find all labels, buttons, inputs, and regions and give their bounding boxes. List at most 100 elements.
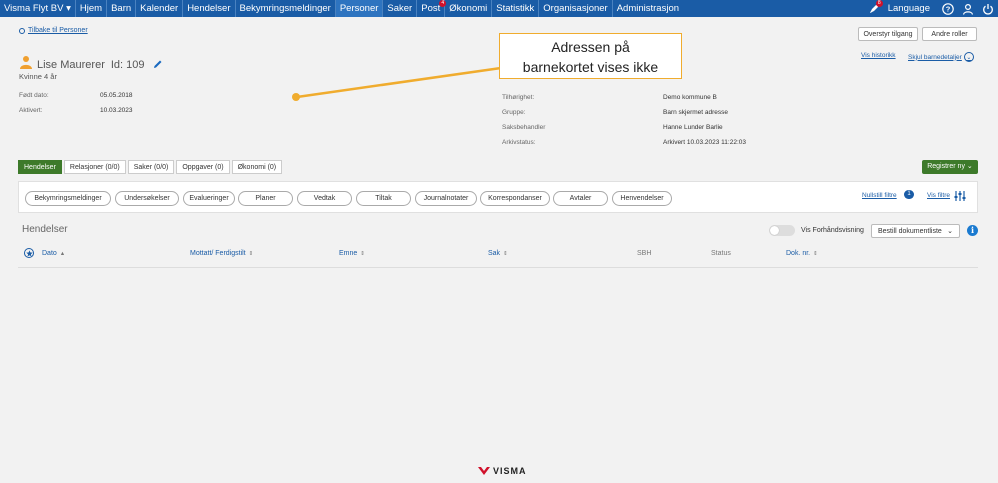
arkivstatus-label: Arkivstatus: bbox=[502, 139, 536, 146]
star-icon[interactable] bbox=[24, 248, 34, 258]
vis-historikk-link[interactable]: Vis historikk bbox=[861, 52, 896, 59]
sort-icon: ⇕ bbox=[813, 251, 818, 257]
chevron-down-circle-icon: ⌄ bbox=[963, 52, 974, 62]
nav-org-label: Visma Flyt BV bbox=[4, 3, 64, 14]
nav-item-hjem[interactable]: Hjem bbox=[76, 0, 108, 17]
nav-item-hendelser[interactable]: Hendelser bbox=[183, 0, 236, 17]
nav-right-tools: 8 Language ? bbox=[864, 0, 998, 17]
power-icon[interactable] bbox=[982, 3, 994, 15]
column-label: Sak bbox=[488, 250, 501, 257]
person-subtitle: Kvinne 4 år bbox=[19, 72, 57, 81]
language-selector[interactable]: Language bbox=[888, 3, 930, 14]
top-navigation: Visma Flyt BV ▾ Hjem Barn Kalender Hende… bbox=[0, 0, 998, 17]
nav-item-organisasjoner[interactable]: Organisasjoner bbox=[539, 0, 613, 17]
filter-pill-korrespondanser[interactable]: Korrespondanser bbox=[480, 191, 550, 206]
callout-line-1: Adressen på bbox=[551, 39, 630, 55]
column-header-sbh: SBH bbox=[637, 250, 652, 257]
back-to-personer-link[interactable]: Tilbake til Personer bbox=[19, 27, 88, 34]
tab-saker[interactable]: Saker (0/0) bbox=[127, 160, 175, 174]
skjul-label: Skjul barnedetaljer bbox=[908, 53, 962, 61]
bestill-label: Bestill dokumentliste bbox=[878, 228, 942, 235]
nullstill-filtre-link[interactable]: Nullstill filtre bbox=[862, 192, 897, 199]
filter-pill-henvendelser[interactable]: Henvendelser bbox=[612, 191, 672, 206]
filter-panel: Bekymringsmeldinger Undersøkelser Evalue… bbox=[18, 181, 978, 213]
rocket-badge: 8 bbox=[875, 0, 883, 7]
filter-pill-planer[interactable]: Planer bbox=[238, 191, 293, 206]
filter-pill-avtaler[interactable]: Avtaler bbox=[553, 191, 608, 206]
nav-item-post[interactable]: Post 4 bbox=[417, 0, 447, 17]
svg-text:?: ? bbox=[946, 4, 951, 13]
chevron-down-icon: ⌄ bbox=[947, 228, 953, 235]
sort-icon: ⇕ bbox=[503, 251, 508, 257]
callout-line-2: barnekortet vises ikke bbox=[522, 59, 659, 75]
forhandsvisning-label: Vis Forhåndsvisning bbox=[801, 227, 864, 234]
detail-tabs: Hendelser Relasjoner (0/0) Saker (0/0) O… bbox=[18, 160, 284, 174]
fodt-dato-value: 05.05.2018 bbox=[100, 92, 133, 99]
filter-pill-undersokelser[interactable]: Undersøkelser bbox=[115, 191, 179, 206]
filter-sliders-icon[interactable] bbox=[954, 189, 966, 207]
filter-pill-vedtak[interactable]: Vedtak bbox=[297, 191, 352, 206]
tab-relasjoner[interactable]: Relasjoner (0/0) bbox=[63, 160, 126, 174]
visma-wordmark: VISMA bbox=[493, 466, 527, 476]
info-icon[interactable]: i bbox=[967, 225, 978, 236]
nav-item-statistikk[interactable]: Statistikk bbox=[492, 0, 540, 17]
registrer-ny-button[interactable]: Registrer ny ⌄ bbox=[922, 160, 978, 174]
tab-okonomi[interactable]: Økonomi (0) bbox=[231, 160, 283, 174]
person-name: Lise Maurerer bbox=[37, 58, 105, 71]
arkivstatus-value: Arkivert 10.03.2023 11:22:03 bbox=[663, 139, 746, 146]
column-header-dato[interactable]: Dato ▲ bbox=[42, 250, 65, 257]
saksbehandler-label: Saksbehandler bbox=[502, 124, 546, 131]
nav-item-personer[interactable]: Personer bbox=[335, 0, 384, 17]
nav-org-switcher[interactable]: Visma Flyt BV ▾ bbox=[0, 0, 76, 17]
help-icon[interactable]: ? bbox=[942, 2, 954, 15]
tab-hendelser[interactable]: Hendelser bbox=[18, 160, 62, 174]
column-header-sak[interactable]: Sak ⇕ bbox=[488, 250, 508, 257]
vis-filtre-link[interactable]: Vis filtre bbox=[927, 192, 950, 199]
bestill-dokumentliste-dropdown[interactable]: Bestill dokumentliste ⌄ bbox=[871, 224, 960, 238]
filter-pill-bekymringsmeldinger[interactable]: Bekymringsmeldinger bbox=[25, 191, 111, 206]
sort-asc-icon: ▲ bbox=[59, 251, 66, 257]
nav-item-barn[interactable]: Barn bbox=[107, 0, 137, 17]
annotation-callout: Adressen på barnekortet vises ikke bbox=[499, 33, 682, 79]
sort-icon: ⇕ bbox=[248, 251, 254, 257]
fodt-dato-label: Født dato: bbox=[19, 92, 49, 99]
column-header-mottatt[interactable]: Mottatt/ Ferdigstilt ⇕ bbox=[190, 250, 253, 257]
pencil-icon[interactable] bbox=[145, 56, 163, 74]
rocket-icon[interactable]: 8 bbox=[868, 0, 883, 15]
column-label: Dato bbox=[42, 250, 57, 257]
table-divider bbox=[18, 267, 978, 268]
forhandsvisning-toggle[interactable] bbox=[769, 225, 795, 236]
nav-item-administrasjon[interactable]: Administrasjon bbox=[613, 0, 683, 17]
filter-count-badge: 1 bbox=[904, 190, 914, 199]
andre-roller-button[interactable]: Andre roller bbox=[922, 27, 977, 41]
column-header-emne[interactable]: Emne ⇕ bbox=[339, 250, 365, 257]
column-label: Mottatt/ Ferdigstilt bbox=[190, 250, 246, 257]
nav-item-okonomi[interactable]: Økonomi bbox=[445, 0, 493, 17]
back-link-label: Tilbake til Personer bbox=[28, 27, 88, 34]
hendelser-section-title: Hendelser bbox=[22, 224, 68, 235]
person-id: Id: 109 bbox=[110, 58, 145, 71]
nav-item-bekymringsmeldinger[interactable]: Bekymringsmeldinger bbox=[236, 0, 336, 17]
aktivert-label: Aktivert: bbox=[19, 107, 43, 114]
visma-logo: VISMA bbox=[478, 466, 527, 476]
tilhorighet-label: Tilhørighet: bbox=[502, 94, 535, 101]
filter-pill-tiltak[interactable]: Tiltak bbox=[356, 191, 411, 206]
chevron-down-icon: ⌄ bbox=[966, 163, 973, 170]
nav-post-label: Post bbox=[421, 3, 441, 14]
column-header-status: Status bbox=[711, 250, 731, 257]
registrer-label: Registrer ny bbox=[927, 163, 965, 170]
chevron-down-icon: ▾ bbox=[66, 3, 71, 14]
filter-pill-journalnotater[interactable]: Journalnotater bbox=[415, 191, 477, 206]
tilhorighet-value: Demo kommune B bbox=[663, 94, 717, 101]
nav-item-kalender[interactable]: Kalender bbox=[136, 0, 184, 17]
nav-item-saker[interactable]: Saker bbox=[383, 0, 418, 17]
sort-icon: ⇕ bbox=[360, 251, 365, 257]
saksbehandler-value: Hanne Lunder Barlie bbox=[663, 124, 723, 131]
filter-pill-evalueringer[interactable]: Evalueringer bbox=[183, 191, 235, 206]
skjul-barnedetaljer-link[interactable]: Skjul barnedetaljer ⌄ bbox=[908, 52, 974, 62]
overstyr-tilgang-button[interactable]: Overstyr tilgang bbox=[858, 27, 918, 41]
column-header-doknr[interactable]: Dok. nr. ⇕ bbox=[786, 250, 818, 257]
column-label: Dok. nr. bbox=[786, 250, 811, 257]
user-icon[interactable] bbox=[962, 3, 974, 15]
tab-oppgaver[interactable]: Oppgaver (0) bbox=[176, 160, 230, 174]
